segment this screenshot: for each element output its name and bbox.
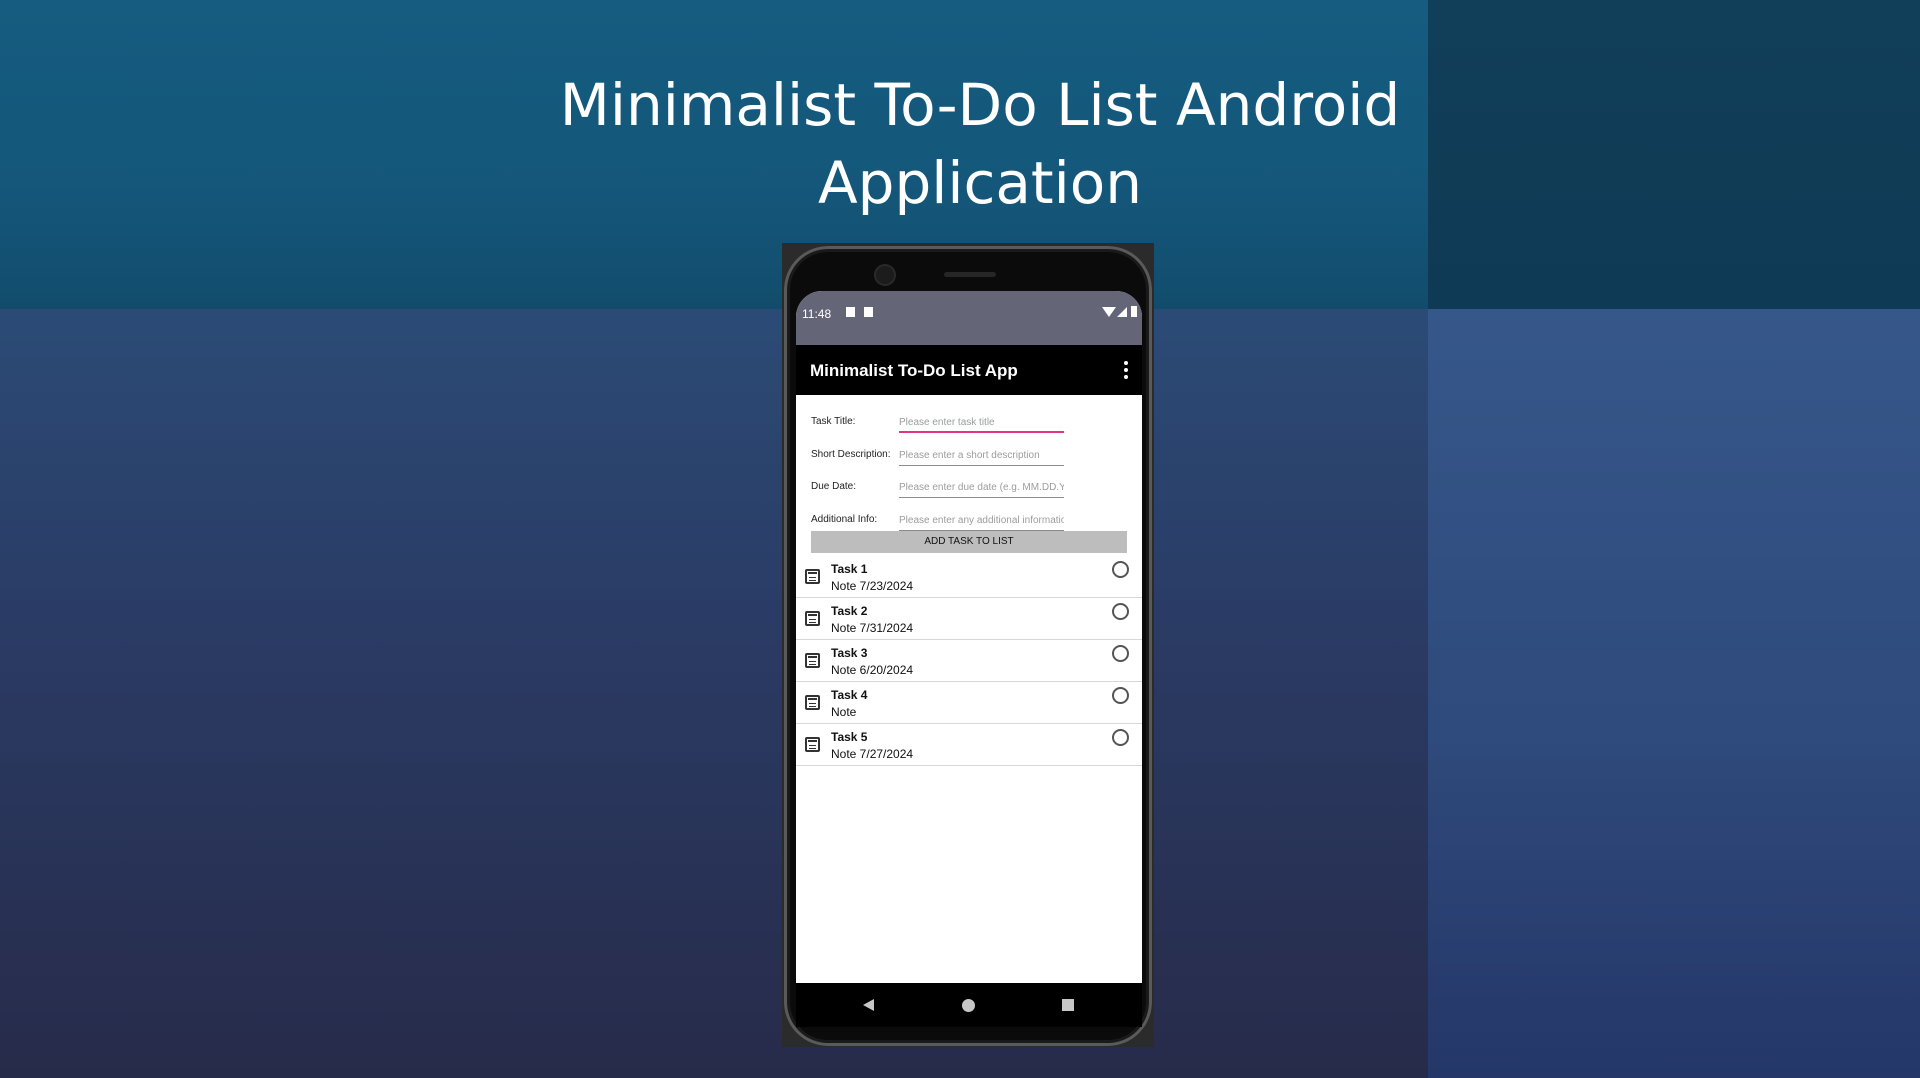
form-row-due-date: Due Date: Please enter due date (e.g. MM…: [796, 468, 1142, 500]
app-title: Minimalist To-Do List App: [810, 361, 1018, 380]
due-date-input[interactable]: Please enter due date (e.g. MM.DD.YY): [899, 476, 1064, 498]
due-date-label: Due Date:: [811, 481, 857, 492]
earpiece-speaker: [944, 272, 996, 277]
form-row-additional-info: Additional Info: Please enter any additi…: [796, 501, 1142, 533]
task-title-input[interactable]: Please enter task title: [899, 411, 1064, 433]
task-complete-radio[interactable]: [1112, 603, 1129, 620]
cell-signal-icon: [1117, 307, 1127, 317]
task-complete-radio[interactable]: [1112, 729, 1129, 746]
task-list: Task 1 Note 7/23/2024 Task 2 Note 7/31/2…: [796, 556, 1142, 766]
short-description-input[interactable]: Please enter a short description: [899, 444, 1064, 466]
recents-icon[interactable]: [1062, 999, 1074, 1011]
add-task-button[interactable]: ADD TASK TO LIST: [811, 531, 1127, 553]
additional-info-input[interactable]: Please enter any additional information: [899, 509, 1064, 531]
task-note: Note 7/31/2024: [831, 621, 914, 635]
task-title: Task 3: [831, 646, 868, 660]
list-item[interactable]: Task 1 Note 7/23/2024: [796, 556, 1142, 598]
slide-background-top-right: [1428, 0, 1920, 309]
notification-icon: [846, 307, 855, 317]
task-note: Note: [831, 705, 857, 719]
status-time: 11:48: [802, 307, 832, 321]
task-note: Note 7/23/2024: [831, 579, 914, 593]
battery-icon: [1131, 306, 1137, 317]
task-complete-radio[interactable]: [1112, 645, 1129, 662]
calendar-icon: [805, 611, 820, 626]
additional-info-label: Additional Info:: [811, 514, 878, 525]
status-bar: 11:48: [796, 291, 1142, 345]
task-title: Task 4: [831, 688, 868, 702]
task-title-label: Task Title:: [811, 416, 856, 427]
list-item[interactable]: Task 4 Note: [796, 682, 1142, 724]
form-row-short-description: Short Description: Please enter a short …: [796, 436, 1142, 468]
slide-background-bottom-right: [1428, 309, 1920, 1078]
home-icon[interactable]: [962, 999, 975, 1012]
task-note: Note 6/20/2024: [831, 663, 914, 677]
app-bar: Minimalist To-Do List App: [796, 345, 1142, 395]
short-description-label: Short Description:: [811, 449, 891, 460]
calendar-icon: [805, 569, 820, 584]
wifi-icon: [1102, 307, 1116, 317]
overflow-menu-icon[interactable]: [1124, 361, 1128, 379]
task-title: Task 2: [831, 604, 868, 618]
task-complete-radio[interactable]: [1112, 687, 1129, 704]
calendar-icon: [805, 695, 820, 710]
list-item[interactable]: Task 5 Note 7/27/2024: [796, 724, 1142, 766]
task-title: Task 1: [831, 562, 868, 576]
list-item[interactable]: Task 2 Note 7/31/2024: [796, 598, 1142, 640]
task-title: Task 5: [831, 730, 868, 744]
slide-title-line-1: Minimalist To-Do List Android: [559, 71, 1401, 139]
phone-screen: 11:48 Minimalist To-Do List App Task Tit…: [796, 291, 1142, 983]
form-row-task-title: Task Title: Please enter task title: [796, 403, 1142, 435]
slide-title: Minimalist To-Do List Android Applicatio…: [480, 66, 1480, 222]
slide-background-bottom: [0, 309, 1428, 1078]
calendar-icon: [805, 737, 820, 752]
back-icon[interactable]: [863, 999, 874, 1011]
sd-card-icon: [864, 307, 873, 317]
slide-title-line-2: Application: [817, 149, 1143, 217]
task-note: Note 7/27/2024: [831, 747, 914, 761]
task-complete-radio[interactable]: [1112, 561, 1129, 578]
front-camera-icon: [876, 266, 894, 284]
list-item[interactable]: Task 3 Note 6/20/2024: [796, 640, 1142, 682]
calendar-icon: [805, 653, 820, 668]
navigation-bar: [796, 983, 1142, 1027]
